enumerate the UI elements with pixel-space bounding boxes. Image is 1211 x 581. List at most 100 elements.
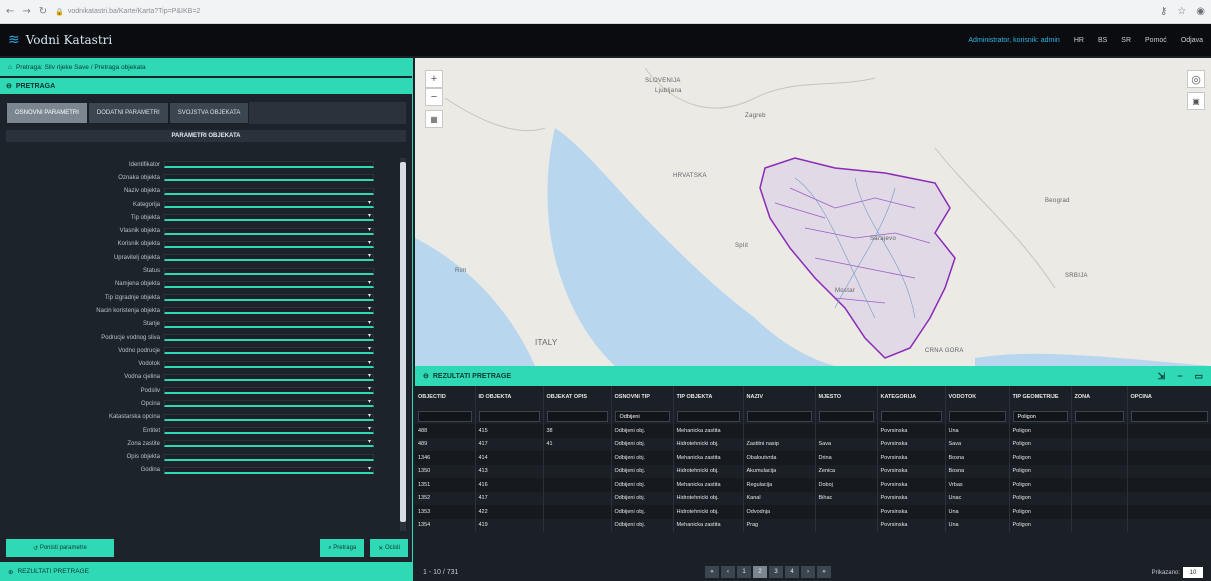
column-filter-input[interactable] (1130, 410, 1208, 422)
select-field[interactable]: ▾ (164, 439, 374, 448)
column-filter-input[interactable] (880, 410, 942, 422)
table-row[interactable]: 1354 419 Odbijeni obj. Mehanicka zastita Pra… (415, 518, 1211, 532)
text-input[interactable] (164, 453, 374, 461)
page-button[interactable]: « (705, 566, 719, 578)
tab-basic[interactable]: OSNOVNI PARAMETRI (6, 102, 88, 124)
select-field[interactable]: ▾ (164, 240, 374, 248)
column-filter-input[interactable]: Poligon (1012, 410, 1068, 422)
table-row[interactable]: 489 417 41 Odbijeni obj. Hidrotehnicki obj. Z… (415, 437, 1211, 451)
text-input[interactable] (164, 161, 374, 169)
column-filter-input[interactable] (746, 410, 812, 422)
select-field[interactable]: ▾ (164, 373, 374, 381)
reset-parameters-button[interactable]: ↺ Ponisti parametre (6, 539, 114, 557)
select-field[interactable]: ▾ (164, 293, 374, 302)
column-filter-input[interactable] (418, 410, 472, 422)
top-nav-item[interactable]: Pomoć (1145, 37, 1167, 44)
zoom-in-button[interactable]: + (425, 70, 443, 88)
select-field[interactable]: ▾ (164, 280, 374, 288)
table-row[interactable]: 1350 413 Odbijeni obj. Hidrotehnicki obj. Ak… (415, 464, 1211, 478)
top-nav-item[interactable]: HR (1074, 37, 1084, 44)
select-field[interactable]: ▾ (164, 426, 374, 435)
column-header[interactable]: NAZIV (743, 386, 816, 408)
tab-additional[interactable]: DODATNI PARAMETRI (87, 102, 169, 124)
account-icon[interactable]: ◉ (1196, 6, 1205, 17)
scrollbar-thumb[interactable] (400, 162, 406, 522)
back-icon[interactable]: ← (6, 6, 14, 17)
select-field[interactable]: ▾ (164, 213, 374, 222)
column-filter-input[interactable] (546, 410, 608, 422)
table-row[interactable]: 1351 416 Odbijeni obj. Mehanicka zastita Reg… (415, 478, 1211, 492)
select-field[interactable]: ▾ (164, 399, 374, 408)
page-size-select[interactable]: 10 (1183, 567, 1203, 578)
text-input[interactable] (164, 267, 374, 275)
column-header[interactable]: VODOTOK (945, 386, 1010, 408)
collapse-icon[interactable]: ⊖ (423, 372, 429, 380)
page-button[interactable]: › (801, 566, 815, 578)
page-button[interactable]: 4 (785, 566, 799, 578)
forward-icon[interactable]: → (22, 6, 30, 17)
column-filter-input[interactable] (948, 410, 1006, 422)
page-button[interactable]: 2 (753, 566, 767, 578)
select-field[interactable]: ▾ (164, 386, 374, 395)
column-header[interactable]: OSNOVNI TIP (611, 386, 674, 408)
page-button[interactable]: » (817, 566, 831, 578)
app-logo[interactable]: ≋ Vodni Katastri (8, 32, 112, 48)
page-button[interactable]: ‹ (721, 566, 735, 578)
top-nav-item[interactable]: BS (1098, 37, 1107, 44)
column-filter-input[interactable] (818, 410, 874, 422)
column-header[interactable]: ID OBJEKTA (475, 386, 544, 408)
select-field[interactable]: ▾ (164, 346, 374, 355)
select-field[interactable]: ▾ (164, 333, 374, 341)
column-header[interactable]: OPCINA (1127, 386, 1211, 408)
select-field[interactable]: ▾ (164, 253, 374, 262)
column-header[interactable]: KATEGORIJA (877, 386, 946, 408)
locate-icon[interactable]: ◎ (1187, 70, 1205, 88)
column-header[interactable]: TIP OBJEKTA (673, 386, 744, 408)
page-button[interactable]: 1 (737, 566, 751, 578)
column-header[interactable]: ZONA (1071, 386, 1128, 408)
minimize-icon[interactable]: − (1177, 371, 1182, 382)
text-input[interactable] (164, 174, 374, 182)
column-header[interactable]: OBJECTID (415, 386, 476, 408)
column-filter-input[interactable] (478, 410, 540, 422)
top-nav-item[interactable]: Odjava (1181, 37, 1203, 44)
reload-icon[interactable]: ↻ (39, 6, 47, 17)
select-field[interactable]: ▾ (164, 466, 374, 474)
column-filter-input[interactable]: Odbijeni (614, 410, 670, 422)
column-filter-input[interactable] (676, 410, 740, 422)
maximize-icon[interactable]: ▭ (1194, 371, 1203, 382)
column-header[interactable]: OBJEKAT OPIS (543, 386, 612, 408)
results-panel-toggle[interactable]: ⊕ REZULTATI PRETRAGE (0, 562, 413, 581)
layers-icon[interactable]: ▦ (425, 110, 443, 128)
top-nav-item[interactable]: SR (1121, 37, 1131, 44)
export-icon[interactable]: ⇲ (1158, 371, 1166, 382)
map-view[interactable]: + − ▦ ◎ ▣ SLOVENIJA Ljubljana Zagreb HRV… (415, 58, 1211, 366)
basemap-switch-icon[interactable]: ▣ (1187, 92, 1205, 110)
column-filter-input[interactable] (1074, 410, 1124, 422)
tab-properties[interactable]: SVOJSTVA OBJEKATA (168, 102, 250, 124)
search-button[interactable]: ⌕ Pretraga (320, 539, 365, 557)
select-field[interactable]: ▾ (164, 320, 374, 328)
table-row[interactable]: 1352 417 Odbijeni obj. Hidrotehnicki obj. Ka… (415, 491, 1211, 505)
select-field[interactable]: ▾ (164, 360, 374, 368)
page-button[interactable]: 3 (769, 566, 783, 578)
address-bar[interactable]: 🔒 vodnikatastri.ba/Karte/Karta?Tip=P&IKB… (55, 5, 375, 19)
table-row[interactable]: 488 415 38 Odbijeni obj. Mehanicka zastita Po… (415, 424, 1211, 438)
home-icon[interactable]: ⌂ (8, 64, 12, 71)
star-icon[interactable]: ☆ (1177, 6, 1186, 17)
table-row[interactable]: 1353 422 Odbijeni obj. Hidrotehnicki obj. Od… (415, 505, 1211, 519)
select-field[interactable]: ▾ (164, 413, 374, 421)
search-header[interactable]: ⊖ PRETRAGA (0, 78, 412, 94)
zoom-out-button[interactable]: − (425, 88, 443, 106)
user-link[interactable]: Administrator, korisnik: admin (968, 37, 1059, 44)
column-header[interactable]: TIP GEOMETRIJE (1009, 386, 1072, 408)
column-header[interactable]: MJESTO (815, 386, 878, 408)
table-row[interactable]: 1346 414 Odbijeni obj. Mehanicka zastita Oba… (415, 451, 1211, 465)
select-field[interactable]: ▾ (164, 306, 374, 315)
scrollbar[interactable] (400, 158, 406, 531)
clear-button[interactable]: ✕ Ocisti (370, 539, 408, 557)
select-field[interactable]: ▾ (164, 200, 374, 209)
select-field[interactable]: ▾ (164, 227, 374, 235)
key-icon[interactable]: ⚷ (1160, 6, 1167, 17)
text-input[interactable] (164, 187, 374, 195)
